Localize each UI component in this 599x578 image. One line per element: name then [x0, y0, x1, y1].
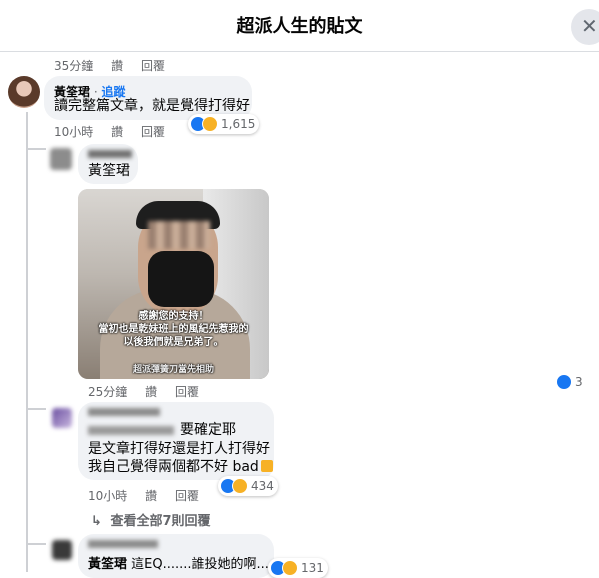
reaction-summary[interactable]: 434 — [218, 476, 278, 496]
haha-icon — [232, 478, 248, 494]
avatar[interactable] — [50, 148, 72, 170]
avatar[interactable] — [8, 76, 40, 108]
reaction-summary[interactable]: 1,615 — [188, 114, 260, 134]
side-reaction[interactable]: 3 — [556, 374, 583, 390]
pixelated-eyes — [148, 221, 210, 249]
view-more-label: 查看全部7則回覆 — [110, 514, 211, 529]
blurred-author-name — [88, 150, 132, 158]
comment-time: 10小時 — [88, 489, 128, 503]
thread-branch — [26, 408, 46, 410]
like-icon — [556, 374, 572, 390]
mention-link[interactable]: 黃筌珺 — [88, 557, 127, 572]
close-button[interactable]: ✕ — [571, 9, 599, 45]
reply-bubble: 黃筌珺 — [78, 144, 138, 184]
close-icon: ✕ — [581, 14, 598, 38]
view-more-replies[interactable]: ↳ 查看全部7則回覆 — [91, 510, 210, 529]
reaction-count: 3 — [575, 375, 583, 389]
haha-icon — [282, 560, 298, 576]
image-watermark: 超派彈簧刀當先相助 — [132, 365, 214, 375]
reply-meta: 25分鐘 讚 回覆 — [88, 383, 213, 400]
thumbs-down-icon — [260, 460, 273, 472]
image-caption-line: 以後我們就是兄弟了。 — [123, 337, 224, 348]
haha-icon — [202, 116, 218, 132]
thread-line — [26, 112, 28, 572]
thread-branch — [26, 148, 46, 150]
reaction-summary[interactable]: 131 — [268, 558, 328, 578]
avatar[interactable] — [52, 408, 72, 428]
comment-time: 35分鐘 — [54, 59, 94, 73]
reaction-count: 434 — [251, 479, 274, 493]
blurred-mention — [88, 426, 174, 435]
like-link[interactable]: 讚 — [145, 385, 157, 399]
reply-bubble: 黃筌珺 這EQ.......誰投她的啊.... — [78, 534, 274, 578]
reply-link[interactable]: 回覆 — [141, 125, 165, 139]
reaction-count: 1,615 — [221, 117, 256, 131]
reply-link[interactable]: 回覆 — [175, 489, 199, 503]
face-mask — [148, 251, 214, 307]
reply-link[interactable]: 回覆 — [175, 385, 199, 399]
reply-text-line: 我自己覺得兩個都不好 bad — [88, 458, 273, 477]
reply-arrow-icon: ↳ — [91, 514, 102, 529]
reply-link[interactable]: 回覆 — [141, 59, 165, 73]
image-caption-line: 感謝您的支持！ — [138, 311, 209, 322]
reply-text: 黃筌珺 這EQ.......誰投她的啊.... — [88, 557, 274, 572]
reply-image[interactable]: 感謝您的支持！ 當初也是乾妹班上的風紀先惹我的 以後我們就是兄弟了。 超派彈簧刀… — [78, 189, 269, 379]
comment-meta: 10小時 讚 回覆 — [54, 123, 179, 140]
dialog-header: 超派人生的貼文 ✕ — [0, 0, 599, 52]
reply-bubble: 要確定耶 是文章打得好還是打人打得好 我自己覺得兩個都不好 bad — [78, 402, 274, 480]
comment-time: 25分鐘 — [88, 385, 128, 399]
like-link[interactable]: 讚 — [145, 489, 157, 503]
reply-text-line: 是文章打得好還是打人打得好 — [88, 441, 270, 457]
reaction-count: 131 — [301, 561, 324, 575]
blurred-author-name — [88, 408, 160, 416]
comment-time: 10小時 — [54, 125, 94, 139]
avatar[interactable] — [52, 540, 72, 560]
like-link[interactable]: 讚 — [111, 125, 123, 139]
image-caption-line: 當初也是乾妹班上的風紀先惹我的 — [98, 324, 249, 335]
prev-comment-meta: 35分鐘 讚 回覆 — [54, 57, 179, 74]
reply-meta: 10小時 讚 回覆 — [88, 487, 213, 504]
reply-text: 黃筌珺 — [88, 163, 130, 179]
reply-text-line: 要確定耶 — [180, 422, 236, 438]
dialog-title: 超派人生的貼文 — [236, 16, 363, 37]
like-link[interactable]: 讚 — [111, 59, 123, 73]
blurred-author-name — [88, 540, 158, 548]
thread-branch — [26, 543, 46, 545]
